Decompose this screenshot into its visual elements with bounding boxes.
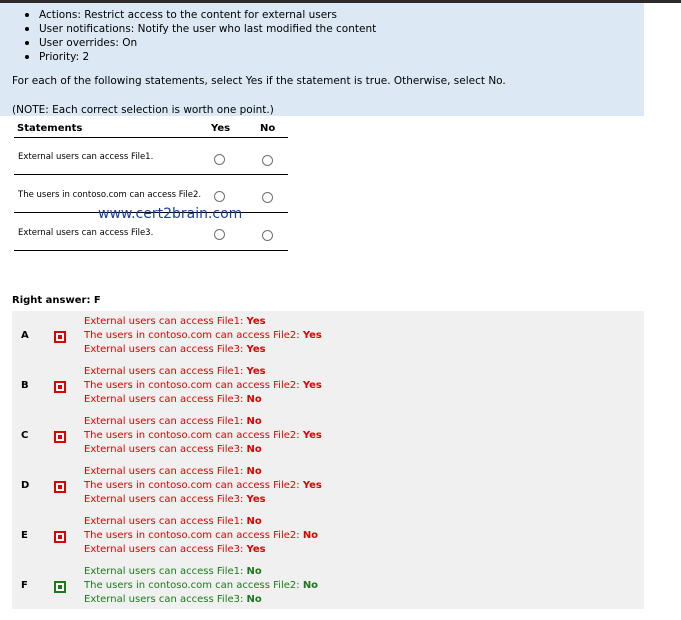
option-statements: External users can access File1: Yes The… xyxy=(84,365,322,407)
answer-option-e[interactable]: E External users can access File1: No Th… xyxy=(12,511,644,561)
answer-option-f[interactable]: F External users can access File1: No Th… xyxy=(12,561,644,611)
option-line: External users can access File1: No xyxy=(84,466,262,477)
radio-no-row1[interactable] xyxy=(262,155,273,166)
option-line: External users can access File3: No xyxy=(84,394,262,405)
correct-marker-icon xyxy=(54,581,66,593)
option-letter: C xyxy=(21,430,29,441)
option-line: The users in contoso.com can access File… xyxy=(84,480,322,491)
list-item: User notifications: Notify the user who … xyxy=(24,22,376,36)
header-divider xyxy=(14,137,288,138)
option-line: The users in contoso.com can access File… xyxy=(84,330,322,341)
note-text: (NOTE: Each correct selection is worth o… xyxy=(12,104,274,116)
header-no: No xyxy=(260,123,276,134)
option-letter: D xyxy=(21,480,30,491)
option-line: External users can access File1: Yes xyxy=(84,366,266,377)
option-line: External users can access File3: No xyxy=(84,594,262,605)
radio-no-row3[interactable] xyxy=(262,230,273,241)
statement-text: The users in contoso.com can access File… xyxy=(18,190,202,200)
option-line: External users can access File3: Yes xyxy=(84,544,266,555)
list-item: User overrides: On xyxy=(24,36,376,50)
wrong-marker-icon xyxy=(54,381,66,393)
option-line: External users can access File3: No xyxy=(84,444,262,455)
option-letter: E xyxy=(21,530,28,541)
header-yes: Yes xyxy=(211,123,231,134)
wrong-marker-icon xyxy=(54,481,66,493)
option-letter: B xyxy=(21,380,29,391)
wrong-marker-icon xyxy=(54,531,66,543)
option-line: External users can access File3: Yes xyxy=(84,344,266,355)
watermark: www.cert2brain.com xyxy=(98,206,243,222)
option-statements: External users can access File1: No The … xyxy=(84,415,322,457)
radio-yes-row1[interactable] xyxy=(214,154,225,165)
row-divider xyxy=(14,174,288,175)
option-letter: A xyxy=(21,330,29,341)
option-letter: F xyxy=(21,580,28,591)
option-line: The users in contoso.com can access File… xyxy=(84,530,319,541)
instruction-text: For each of the following statements, se… xyxy=(12,75,506,87)
answer-option-a[interactable]: A External users can access File1: Yes T… xyxy=(12,311,644,361)
row-divider xyxy=(14,250,288,251)
answer-options-panel: A External users can access File1: Yes T… xyxy=(12,311,644,609)
list-item: Actions: Restrict access to the content … xyxy=(24,8,376,22)
radio-yes-row2[interactable] xyxy=(214,191,225,202)
option-line: External users can access File1: No xyxy=(84,566,262,577)
option-line: The users in contoso.com can access File… xyxy=(84,380,322,391)
radio-no-row2[interactable] xyxy=(262,192,273,203)
option-line: External users can access File1: No xyxy=(84,516,262,527)
option-statements: External users can access File1: No The … xyxy=(84,515,318,557)
option-line: External users can access File1: No xyxy=(84,416,262,427)
option-line: External users can access File3: Yes xyxy=(84,494,266,505)
settings-list: Actions: Restrict access to the content … xyxy=(24,8,376,64)
radio-yes-row3[interactable] xyxy=(214,229,225,240)
answer-option-b[interactable]: B External users can access File1: Yes T… xyxy=(12,361,644,411)
option-statements: External users can access File1: Yes The… xyxy=(84,315,322,357)
question-panel: Actions: Restrict access to the content … xyxy=(0,3,644,116)
option-statements: External users can access File1: No The … xyxy=(84,465,322,507)
wrong-marker-icon xyxy=(54,431,66,443)
wrong-marker-icon xyxy=(54,331,66,343)
option-line: The users in contoso.com can access File… xyxy=(84,580,319,591)
option-statements: External users can access File1: No The … xyxy=(84,565,318,607)
list-item: Priority: 2 xyxy=(24,50,376,64)
statement-text: External users can access File1. xyxy=(18,152,154,162)
answer-option-d[interactable]: D External users can access File1: No Th… xyxy=(12,461,644,511)
answer-option-c[interactable]: C External users can access File1: No Th… xyxy=(12,411,644,461)
option-line: The users in contoso.com can access File… xyxy=(84,430,322,441)
option-line: External users can access File1: Yes xyxy=(84,316,266,327)
right-answer-label: Right answer: F xyxy=(12,295,101,306)
statement-text: External users can access File3. xyxy=(18,228,154,238)
header-statements: Statements xyxy=(17,123,83,134)
